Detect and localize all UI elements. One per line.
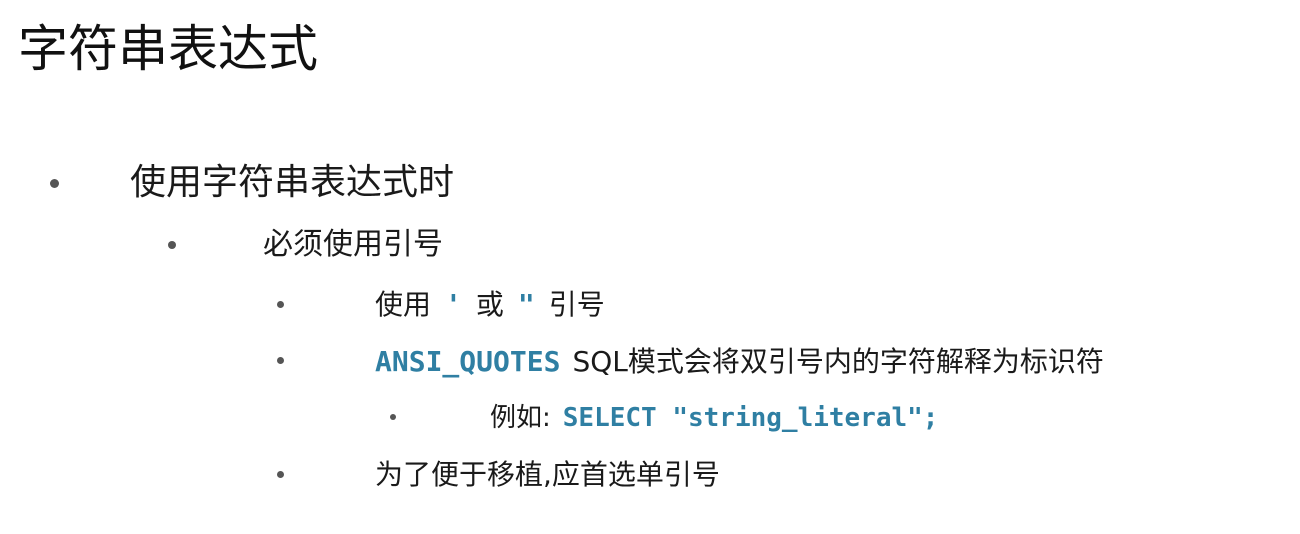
bullet-text: 例如: SELECT "string_literal"; xyxy=(490,400,938,436)
slide: 字符串表达式 使用字符串表达式时 必须使用引号 使用 ' 或 " 引号 ANSI_QUO… xyxy=(0,0,1300,534)
bullet-dot xyxy=(277,357,284,364)
bullet-text: 为了便于移植,应首选单引号 xyxy=(375,458,720,491)
example-prefix: 例如: xyxy=(490,403,551,433)
bullet-dot xyxy=(277,471,284,478)
bullet-dot xyxy=(390,414,396,420)
slide-title: 字符串表达式 xyxy=(18,20,318,78)
quote-prefix: 使用 xyxy=(375,288,432,321)
bullet-text: 使用 ' 或 " 引号 xyxy=(375,286,605,324)
ansi-quotes-description: SQL模式会将双引号内的字符解释为标识符 xyxy=(572,345,1104,378)
single-quote-char: ' xyxy=(445,288,462,321)
quote-or: 或 xyxy=(475,288,504,321)
bullet-text: 必须使用引号 xyxy=(263,227,443,262)
bullet-dot xyxy=(277,301,284,308)
bullet-text: 使用字符串表达式时 xyxy=(130,162,455,203)
ansi-quotes-code: ANSI_QUOTES xyxy=(375,345,561,378)
bullet-dot xyxy=(168,241,176,249)
bullet-dot xyxy=(50,179,59,188)
quote-suffix: 引号 xyxy=(548,288,605,321)
double-quote-char: " xyxy=(517,288,535,321)
bullet-text: ANSI_QUOTES SQL模式会将双引号内的字符解释为标识符 xyxy=(375,343,1104,381)
example-sql-code: SELECT "string_literal"; xyxy=(562,403,939,433)
